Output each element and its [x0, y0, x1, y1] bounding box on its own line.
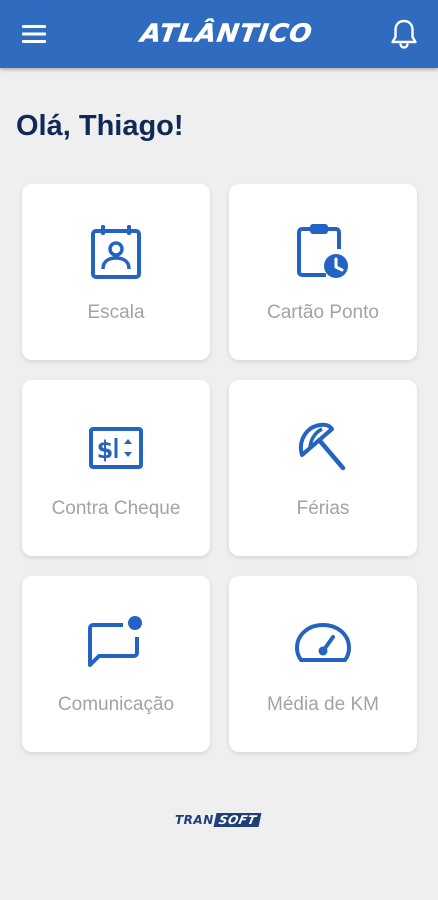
footer-brand-part1: TRAN	[175, 813, 214, 827]
speedometer-icon	[293, 614, 353, 674]
card-label: Férias	[296, 498, 350, 519]
card-ferias[interactable]: Férias	[229, 380, 417, 556]
hamburger-menu-icon	[22, 25, 46, 43]
card-label: Contra Cheque	[51, 498, 181, 519]
app-logo: ATLÂNTICO	[129, 14, 325, 54]
bell-icon	[391, 19, 417, 49]
card-label: Média de KM	[267, 694, 379, 715]
footer-brand-part2: SOFT	[213, 813, 262, 827]
clipboard-clock-icon	[293, 222, 353, 282]
notifications-button[interactable]	[382, 12, 426, 56]
card-label: Escala	[87, 302, 145, 323]
transoft-logo: TRAN SOFT	[175, 812, 265, 828]
menu-button[interactable]	[14, 14, 54, 54]
card-media-km[interactable]: Média de KM	[229, 576, 417, 752]
card-escala[interactable]: Escala	[22, 184, 210, 360]
logo-text: ATLÂNTICO	[139, 19, 315, 49]
beach-umbrella-icon	[293, 418, 353, 478]
card-label: Cartão Ponto	[267, 302, 379, 323]
svg-text:$: $	[97, 436, 114, 464]
app-bar: ATLÂNTICO	[0, 0, 438, 68]
id-badge-calendar-icon	[86, 222, 146, 282]
greeting-title: Olá, Thiago!	[16, 110, 184, 142]
card-comunicacao[interactable]: Comunicação	[22, 576, 210, 752]
paycheck-dollar-icon: $	[86, 418, 146, 478]
card-label: Comunicação	[57, 694, 175, 715]
chat-notification-icon	[86, 614, 146, 674]
card-contra-cheque[interactable]: $ Contra Cheque	[22, 380, 210, 556]
card-cartao-ponto[interactable]: Cartão Ponto	[229, 184, 417, 360]
